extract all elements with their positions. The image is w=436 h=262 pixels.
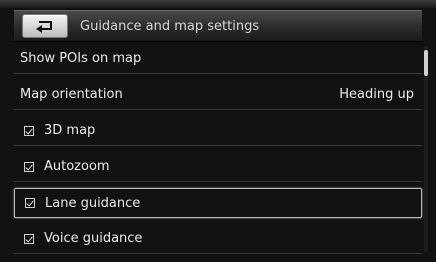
- checkbox-icon[interactable]: [24, 161, 34, 172]
- setting-label: Map orientation: [20, 87, 123, 102]
- back-button[interactable]: [22, 14, 68, 38]
- setting-label: 3D map: [44, 123, 96, 138]
- checkbox-icon[interactable]: [24, 125, 34, 136]
- settings-list: Show POIs on map Map orientation Heading…: [14, 44, 422, 258]
- checkbox-icon[interactable]: [24, 233, 34, 244]
- screen-bezel: [0, 0, 436, 8]
- setting-value: Heading up: [339, 87, 414, 102]
- setting-3d-map[interactable]: 3D map: [14, 116, 422, 146]
- scrollbar-thumb[interactable]: [424, 50, 428, 76]
- setting-map-orientation[interactable]: Map orientation Heading up: [14, 80, 422, 110]
- checkbox-icon[interactable]: [25, 198, 35, 208]
- setting-voice-guidance[interactable]: Voice guidance: [14, 224, 422, 254]
- setting-label: Lane guidance: [45, 195, 141, 211]
- setting-label: Voice guidance: [44, 231, 143, 246]
- setting-label: Autozoom: [44, 159, 110, 174]
- header-bar: Guidance and map settings: [14, 10, 422, 42]
- navigation-screen: Guidance and map settings Show POIs on m…: [0, 0, 436, 262]
- page-title: Guidance and map settings: [80, 18, 260, 34]
- return-arrow-icon: [33, 19, 57, 33]
- setting-label: Show POIs on map: [20, 51, 142, 66]
- scrollbar[interactable]: [424, 46, 428, 252]
- setting-lane-guidance[interactable]: Lane guidance: [14, 188, 422, 218]
- setting-autozoom[interactable]: Autozoom: [14, 152, 422, 182]
- setting-show-pois[interactable]: Show POIs on map: [14, 44, 422, 74]
